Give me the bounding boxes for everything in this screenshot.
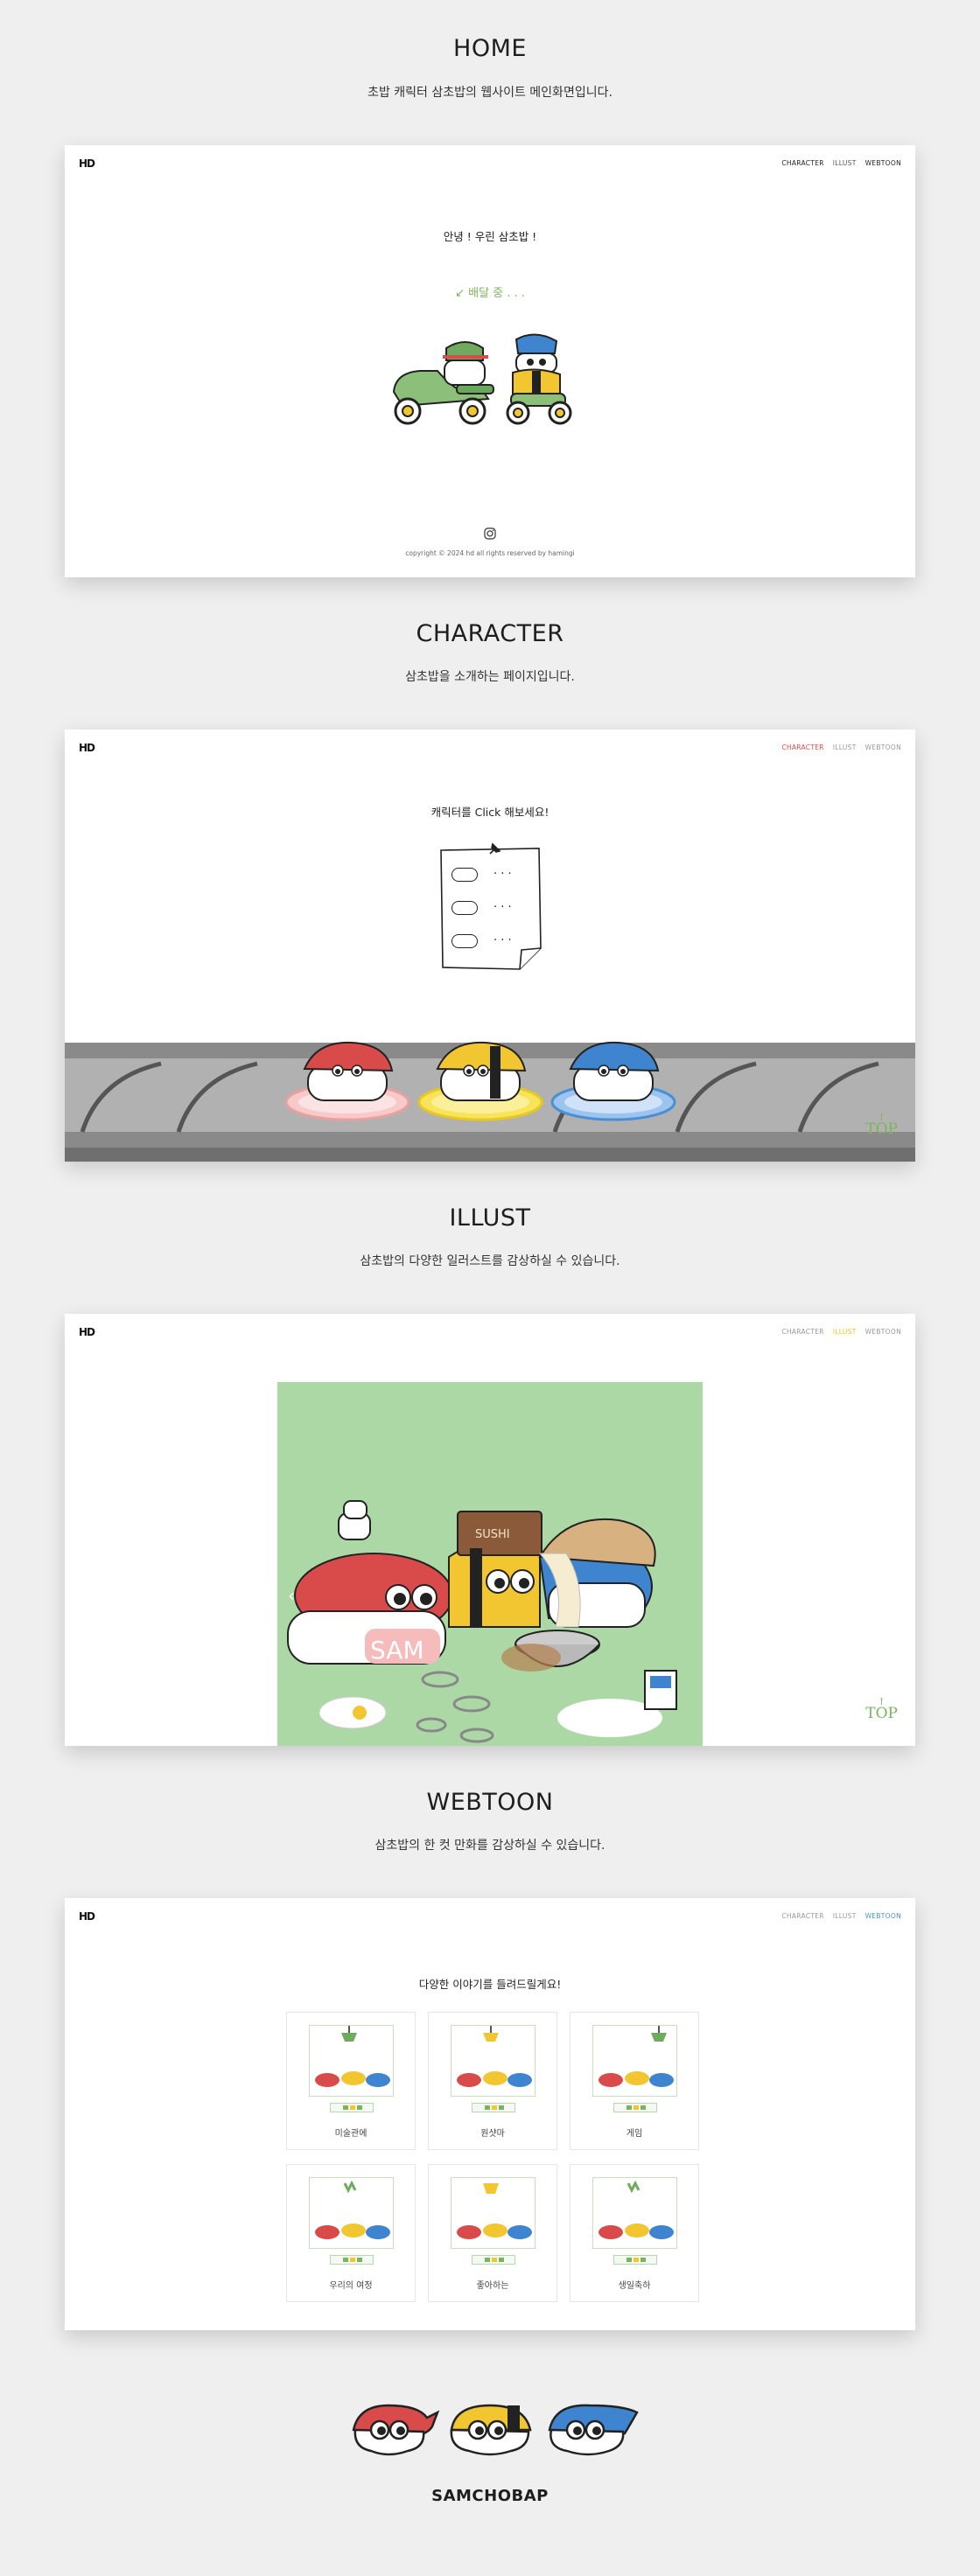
nav-menu: CHARACTER ILLUST WEBTOON — [781, 743, 901, 751]
webtoon-thumbnail — [451, 2025, 536, 2097]
site-logo[interactable]: HD — [79, 742, 95, 754]
play-controls[interactable] — [330, 2255, 374, 2265]
pin-icon — [489, 842, 501, 855]
conveyor-belt — [65, 1041, 915, 1162]
nav-menu: CHARACTER ILLUST WEBTOON — [781, 1328, 901, 1336]
home-greeting: 안녕 ! 우린 삼초밥 ! — [443, 230, 537, 243]
play-controls[interactable] — [613, 2103, 657, 2112]
webtoon-title: 원샷마 — [480, 2129, 505, 2139]
menu-item-yellow-dots[interactable]: · · · — [494, 901, 512, 914]
webtoon-grid: 미술관에 원샷마 게임 우리의 여정 좋아하는 생일축하 — [286, 2012, 699, 2302]
nav-webtoon[interactable]: WEBTOON — [865, 159, 901, 167]
webtoon-title: 게임 — [626, 2129, 643, 2139]
character-screenshot-card: HD CHARACTER ILLUST WEBTOON 캐릭터를 Click 해… — [65, 730, 915, 1162]
section-desc-character: 삼초밥을 소개하는 페이지입니다. — [405, 670, 575, 684]
character-red-sushi[interactable] — [282, 1027, 413, 1123]
home-screenshot-card: HD CHARACTER ILLUST WEBTOON 안녕 ! 우린 삼초밥 … — [65, 145, 915, 577]
brand-name: SAMCHOBAP — [431, 2487, 549, 2505]
section-title-webtoon: WEBTOON — [426, 1789, 554, 1816]
chevron-left-icon[interactable]: ‹ — [288, 1585, 295, 1606]
scooter-illustration — [392, 333, 572, 425]
nav-illust[interactable]: ILLUST — [833, 1328, 857, 1336]
character-prompt: 캐릭터를 Click 해보세요! — [430, 806, 550, 819]
webtoon-card[interactable]: 생일축하 — [570, 2164, 699, 2302]
illust-screenshot-card: HD CHARACTER ILLUST WEBTOON SAM SUSHI ‹ … — [65, 1314, 915, 1746]
nav-illust[interactable]: ILLUST — [833, 1912, 857, 1920]
webtoon-prompt: 다양한 이야기를 들려드릴게요! — [418, 1978, 562, 1991]
character-blue-sushi[interactable] — [548, 1027, 679, 1123]
top-button[interactable]: ↑ TOP — [865, 1113, 898, 1137]
nav-character[interactable]: CHARACTER — [781, 743, 823, 751]
character-yellow-sushi[interactable] — [415, 1027, 546, 1123]
webtoon-card[interactable]: 우리의 여정 — [286, 2164, 416, 2302]
webtoon-card[interactable]: 게임 — [570, 2012, 699, 2150]
instagram-icon[interactable] — [484, 527, 496, 540]
section-title-character: CHARACTER — [416, 620, 564, 647]
top-label: TOP — [865, 1120, 898, 1138]
section-title-home: HOME — [453, 35, 527, 62]
nav-illust[interactable]: ILLUST — [833, 743, 857, 751]
site-logo[interactable]: HD — [79, 157, 95, 170]
webtoon-title: 생일축하 — [618, 2281, 651, 2291]
illust-slide: SAM SUSHI ‹ — [277, 1382, 703, 1746]
webtoon-thumbnail — [451, 2177, 536, 2249]
webtoon-thumbnail — [309, 2177, 394, 2249]
section-desc-webtoon: 삼초밥의 한 컷 만화를 감상하실 수 있습니다. — [374, 1839, 606, 1853]
webtoon-card[interactable]: 미술관에 — [286, 2012, 416, 2150]
webtoon-title: 우리의 여정 — [329, 2281, 373, 2291]
section-title-illust: ILLUST — [449, 1204, 531, 1232]
nav-webtoon[interactable]: WEBTOON — [865, 1328, 901, 1336]
webtoon-thumbnail — [309, 2025, 394, 2097]
nav-illust[interactable]: ILLUST — [833, 159, 857, 167]
webtoon-card[interactable]: 원샷마 — [428, 2012, 557, 2150]
nav-menu: CHARACTER ILLUST WEBTOON — [781, 1912, 901, 1920]
nav-character[interactable]: CHARACTER — [781, 1328, 823, 1336]
nav-character[interactable]: CHARACTER — [781, 1912, 823, 1920]
section-desc-illust: 삼초밥의 다양한 일러스트를 감상하실 수 있습니다. — [360, 1254, 620, 1268]
play-controls[interactable] — [472, 2255, 515, 2265]
site-logo[interactable]: HD — [79, 1910, 95, 1923]
top-label: TOP — [865, 1705, 898, 1722]
site-logo[interactable]: HD — [79, 1326, 95, 1338]
play-controls[interactable] — [472, 2103, 515, 2112]
sam-name-tag: SAM — [370, 1636, 424, 1665]
nav-menu: CHARACTER ILLUST WEBTOON — [781, 159, 901, 167]
webtoon-title: 미술관에 — [334, 2129, 368, 2139]
nav-character[interactable]: CHARACTER — [781, 159, 823, 167]
play-controls[interactable] — [330, 2103, 374, 2112]
nav-webtoon[interactable]: WEBTOON — [865, 1912, 901, 1920]
top-button[interactable]: ↑ TOP — [865, 1697, 898, 1721]
brand-characters — [352, 2404, 639, 2456]
webtoon-title: 좋아하는 — [476, 2281, 509, 2291]
home-status: ↙ 배달 중 . . . — [455, 287, 525, 300]
webtoon-card[interactable]: 좋아하는 — [428, 2164, 557, 2302]
book-label: SUSHI — [475, 1528, 510, 1541]
copyright-text: copyright © 2024 hd all rights reserved … — [405, 549, 575, 557]
webtoon-thumbnail — [592, 2025, 677, 2097]
menu-item-blue-dots[interactable]: · · · — [494, 934, 512, 947]
nav-webtoon[interactable]: WEBTOON — [865, 743, 901, 751]
webtoon-screenshot-card: HD CHARACTER ILLUST WEBTOON 다양한 이야기를 들려드… — [65, 1898, 915, 2330]
webtoon-thumbnail — [592, 2177, 677, 2249]
play-controls[interactable] — [613, 2255, 657, 2265]
section-desc-home: 초밥 캐릭터 삼초밥의 웹사이트 메인화면입니다. — [368, 86, 612, 100]
character-menu-sheet: · · · · · · · · · — [439, 842, 542, 971]
menu-item-red-dots[interactable]: · · · — [494, 868, 512, 881]
